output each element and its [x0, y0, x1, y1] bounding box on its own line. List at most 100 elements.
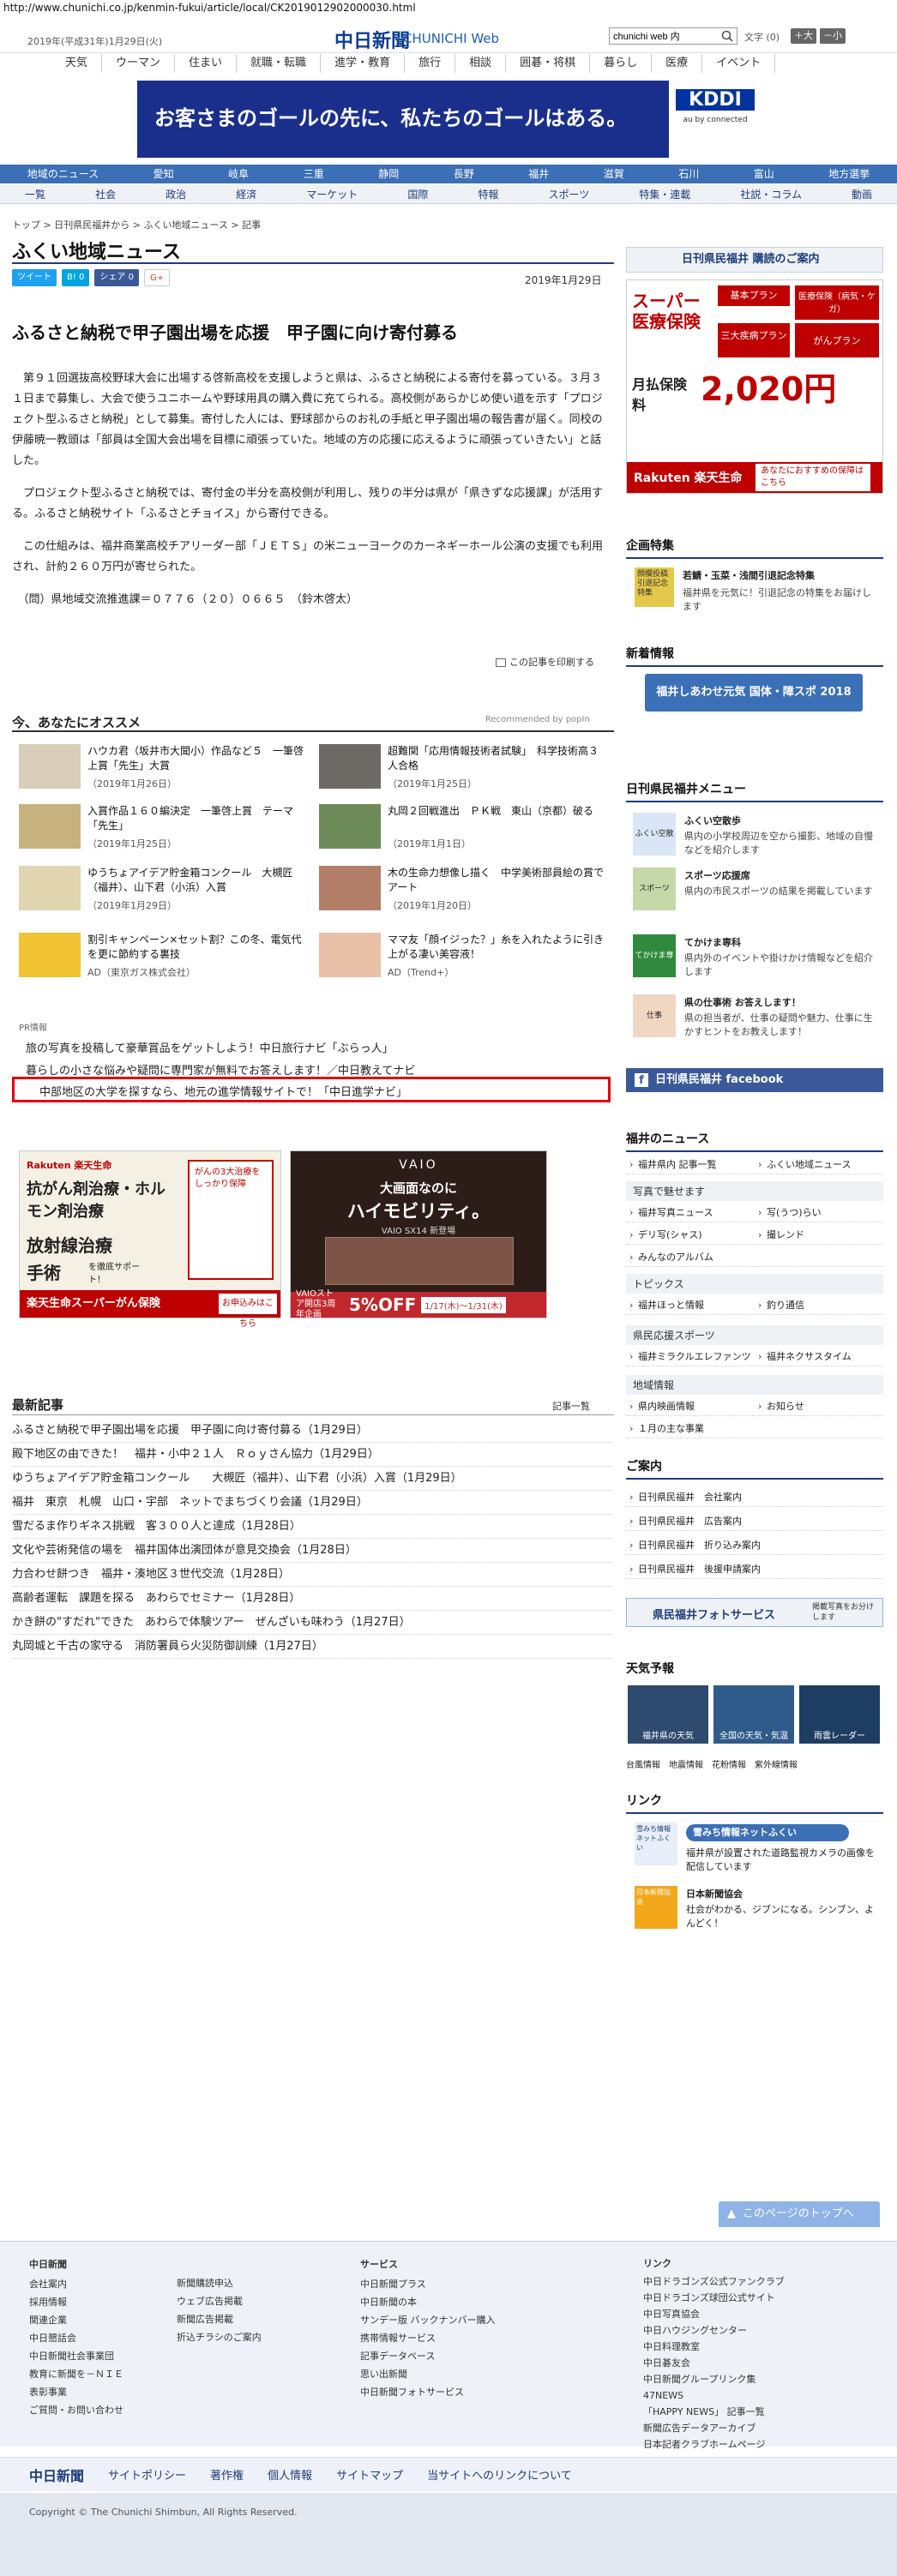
pollen-link[interactable]: 花粉情報	[712, 1757, 746, 1770]
sora-sanpo-icon[interactable]: ふくい空散歩	[633, 813, 676, 881]
footer-bar-link[interactable]: 個人情報	[268, 2466, 312, 2483]
fukui-news-link[interactable]: 福井写真ニュース	[626, 1204, 755, 1222]
fukui-news-link[interactable]: 福井ほっと情報	[626, 1296, 755, 1315]
footer-link[interactable]: ウェブ広告掲載	[177, 2292, 262, 2310]
latest-more-link[interactable]: 記事一覧	[552, 1399, 590, 1413]
regnav-mie[interactable]: 三重	[276, 165, 352, 183]
fukui-news-link[interactable]: 福井ネクサスタイム	[755, 1348, 883, 1366]
national-weather-tile[interactable]: 全国の天気・気温	[713, 1685, 794, 1744]
kokutai-banner[interactable]: 福井しあわせ元気 国体・障スポ 2018	[645, 674, 863, 712]
topnav-woman[interactable]: ウーマン	[102, 54, 176, 73]
pr-link[interactable]: 中部地区の大学を探すなら、地元の進学情報サイトで！「中日進学ナビ」	[39, 1083, 407, 1099]
recommend-item[interactable]: 木の生命力想像し描く 中学美術部員絵の賞でアート （2019年1月20日）	[319, 866, 611, 911]
footer-link[interactable]: 中日新聞社会事業団	[29, 2347, 123, 2365]
font-bigger-button[interactable]: ＋大	[791, 28, 816, 44]
footer-link[interactable]: 中日ハウジングセンター	[643, 2322, 785, 2339]
hatena-button[interactable]: B! 0	[62, 269, 90, 286]
back-to-top-button[interactable]: ▲ このページのトップへ	[719, 2201, 880, 2227]
footer-bar-link[interactable]: 当サイトへのリンクについて	[427, 2466, 572, 2483]
font-smaller-button[interactable]: －小	[820, 28, 846, 44]
fukui-news-link[interactable]: １月の主な事業	[626, 1420, 883, 1438]
footer-link[interactable]: 採用情報	[29, 2293, 123, 2311]
regnav-local-news[interactable]: 地域のニュース	[0, 165, 126, 183]
latest-item[interactable]: ゆうちょアイデア貯金箱コンクール 大槻匠（福井）、山下君（小浜）入賞（1月29日…	[12, 1468, 612, 1491]
footer-link[interactable]: 中日新聞の本	[360, 2293, 496, 2311]
footer-link[interactable]: 新聞広告掲載	[177, 2310, 262, 2328]
kddi-banner-ad[interactable]: お客さまのゴールの先に、私たちのゴールはある。 KDDI au by connec…	[137, 81, 762, 158]
footer-link[interactable]: 記事データベース	[360, 2347, 496, 2365]
catnav-list[interactable]: 一覧	[0, 185, 70, 203]
footer-link[interactable]: ご質問・お問い合わせ	[29, 2401, 123, 2419]
footer-link[interactable]: 中日新聞プラス	[360, 2275, 496, 2293]
fukui-news-link[interactable]: 撮レンド	[755, 1226, 883, 1245]
latest-item[interactable]: かき餅の"すだれ"できた あわらで体験ツアー ぜんざいも味わう（1月27日）	[12, 1612, 612, 1635]
fukui-news-link[interactable]: 福井ミラクルエレファンツ	[626, 1348, 755, 1366]
topnav-education[interactable]: 進学・教育	[321, 54, 406, 73]
search-icon[interactable]	[720, 29, 734, 43]
regnav-fukui[interactable]: 福井	[501, 165, 576, 183]
catnav-society[interactable]: 社会	[70, 185, 141, 203]
topnav-travel[interactable]: 旅行	[405, 54, 456, 73]
latest-item[interactable]: 高齢者運転 課題を探る あわらでセミナー（1月28日）	[12, 1588, 612, 1611]
yukimichi-banner[interactable]: 雪みち情報ネットふくい	[686, 1824, 849, 1841]
fukui-news-link[interactable]: ふくい地域ニュース	[755, 1156, 883, 1174]
regnav-shiga[interactable]: 滋賀	[576, 165, 652, 183]
regnav-gifu[interactable]: 岐阜	[201, 165, 276, 183]
footer-bar-link[interactable]: 著作権	[210, 2466, 244, 2483]
fukui-news-link[interactable]: みんなのアルバム	[626, 1248, 883, 1267]
topnav-events[interactable]: イベント	[702, 54, 776, 73]
topnav-go-shogi[interactable]: 囲碁・将棋	[506, 54, 591, 73]
footer-link[interactable]: 表彰事業	[29, 2383, 123, 2401]
typhoon-link[interactable]: 台風情報	[626, 1757, 660, 1770]
catnav-economy[interactable]: 経済	[211, 185, 281, 203]
footer-link[interactable]: 中日ドラゴンズ球団公式サイト	[643, 2290, 785, 2306]
kikaku-badge[interactable]: 顔欄投稿 引退記念特集	[635, 567, 674, 607]
catnav-editorial[interactable]: 社説・コラム	[715, 185, 827, 203]
menu-item-link[interactable]: ふくい空散歩	[684, 814, 880, 828]
menu-item-link[interactable]: 県の仕事術 お答えします！	[684, 996, 880, 1010]
menu-item-link[interactable]: てかけま専科	[684, 936, 880, 950]
menu-item-link[interactable]: スポーツ応援席	[684, 869, 880, 883]
annai-link[interactable]: 日刊県民福井 広告案内	[626, 1512, 883, 1531]
annai-link[interactable]: 日刊県民福井 後援申請案内	[626, 1560, 883, 1579]
search-input[interactable]	[609, 27, 737, 45]
annai-link[interactable]: 日刊県民福井 会社案内	[626, 1488, 883, 1507]
topnav-housing[interactable]: 住まい	[175, 54, 238, 73]
footer-link[interactable]: 中日ドラゴンズ公式ファンクラブ	[643, 2273, 785, 2290]
recommend-item-ad[interactable]: ママ友「顔イジった？」糸を入れたように引き上がる凄い美容液！ AD（Trend+）	[319, 933, 611, 978]
fukui-news-link[interactable]: 写(うつ)らい	[755, 1204, 883, 1222]
kikaku-link[interactable]: 若鯖・玉菜・浅間引退記念特集	[683, 569, 880, 583]
catnav-politics[interactable]: 政治	[141, 185, 211, 203]
latest-item[interactable]: 雪だるま作りギネス挑戦 客３００人と達成（1月28日）	[12, 1516, 612, 1539]
rakuten-medical-ad[interactable]: スーパー 医療保険 基本プラン 医療保険（病気・ケガ） 三大疾病プラン がんプラ…	[626, 279, 883, 494]
footer-link[interactable]: 中日新聞フォトサービス	[360, 2383, 496, 2401]
facebook-share-button[interactable]: シェア 0	[94, 269, 139, 286]
catnav-video[interactable]: 動画	[827, 185, 897, 203]
footer-link[interactable]: 折込チラシのご案内	[177, 2328, 262, 2346]
footer-link[interactable]: 「HAPPY NEWS」 記事一覧	[643, 2404, 785, 2420]
popin-credit[interactable]: Recommended by popIn	[485, 715, 590, 724]
earthquake-link[interactable]: 地震情報	[669, 1757, 703, 1770]
rain-radar-tile[interactable]: 雨雲レーダー	[799, 1685, 880, 1744]
rakuten-cancer-ad[interactable]: Rakuten 楽天生命 抗がん剤治療・ホルモン剤治療 放射線治療 手術 を徹底…	[19, 1150, 281, 1329]
footer-link[interactable]: 中日懇話会	[29, 2329, 123, 2347]
recommend-item[interactable]: 丸岡２回戦進出 ＰＫ戦 東山（京都）破る （2019年1月1日）	[319, 804, 611, 850]
footer-bar-link[interactable]: サイトポリシー	[108, 2466, 186, 2483]
regnav-nagano[interactable]: 長野	[426, 165, 502, 183]
footer-link[interactable]: 教育に新聞を－ＮＩＥ	[29, 2365, 123, 2383]
fukui-news-link[interactable]: 釣り通信	[755, 1296, 883, 1315]
pr-link[interactable]: 暮らしの小さな悩みや疑問に専門家が無料でお答えします！／中日教えてナビ	[26, 1061, 415, 1078]
footer-link[interactable]: 新聞購読申込	[177, 2274, 262, 2292]
address-bar[interactable]: http://www.chunichi.co.jp/kenmin-fukui/a…	[0, 0, 897, 15]
catnav-features[interactable]: 特集・連載	[614, 185, 715, 203]
gplus-button[interactable]: G+	[143, 269, 171, 286]
print-link[interactable]: この記事を印刷する	[496, 655, 594, 669]
site-logo-en[interactable]: CHUNICHI Web	[403, 31, 499, 46]
topnav-life[interactable]: 暮らし	[590, 54, 653, 73]
fukui-news-link[interactable]: お知らせ	[755, 1397, 883, 1416]
footer-link[interactable]: 日本記者クラブホームページ	[643, 2436, 785, 2453]
fukui-news-link[interactable]: デリ写(シャス)	[626, 1226, 755, 1245]
footer-link[interactable]: サンデー版 バックナンバー購入	[360, 2311, 496, 2329]
regnav-aichi[interactable]: 愛知	[126, 165, 202, 183]
regnav-toyama[interactable]: 富山	[726, 165, 802, 183]
